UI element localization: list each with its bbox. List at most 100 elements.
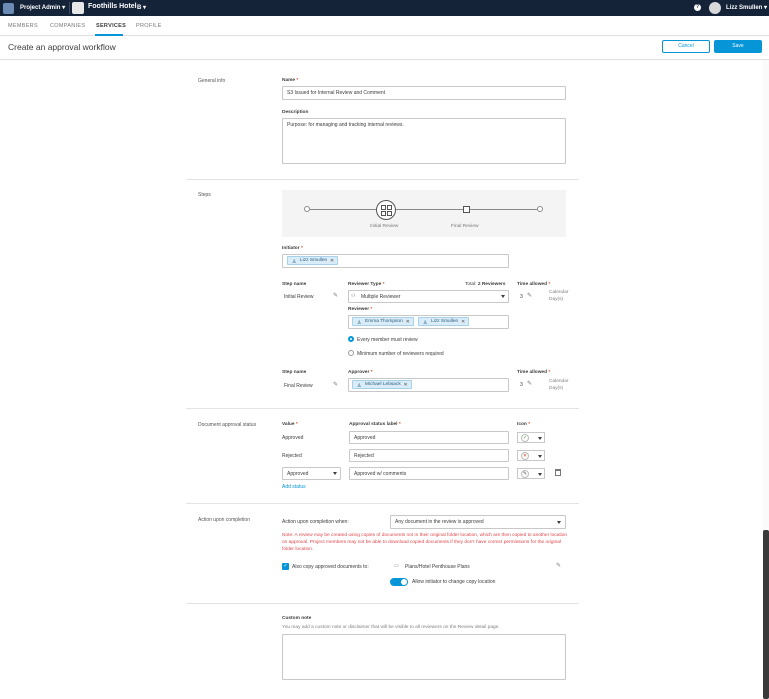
approver-label: Approver *	[348, 370, 373, 375]
reviewer-type-label: Reviewer Type *	[348, 282, 385, 287]
approver-chip[interactable]: ♙ Michael Lebsack ✕	[352, 380, 412, 389]
add-status-link[interactable]: Add status	[282, 484, 306, 490]
app-switcher[interactable]: Project Admin ▾	[20, 4, 65, 11]
status-label-input[interactable]: Approved	[349, 431, 509, 444]
radio-every-member-label: Every member must review	[357, 337, 418, 343]
approval-label-column-header: Approval status label *	[349, 422, 401, 427]
total-reviewers: Total: 2 Reviewers	[465, 282, 506, 287]
value-column-header: Value *	[282, 422, 298, 427]
initiator-chip[interactable]: ♙ Lizz Smullen ✕	[287, 256, 339, 265]
step-name-label: Step name	[282, 370, 307, 375]
close-icon[interactable]: ✕	[330, 257, 334, 265]
flow-connector	[470, 209, 537, 210]
cancel-button[interactable]: Cancel	[662, 40, 710, 53]
custom-note-help: You may add a custom note or disclaimer …	[282, 625, 500, 630]
description-textarea[interactable]: Purpose: for managing and tracking inter…	[282, 118, 566, 164]
reviewer-label: Reviewer *	[348, 307, 373, 312]
close-icon[interactable]: ✕	[404, 381, 408, 389]
copy-destination-path: Plans/Hotel Penthouse Plans	[405, 564, 470, 570]
avatar[interactable]	[709, 2, 721, 14]
user-icon: ♙	[357, 383, 362, 389]
completion-section-label: Action upon completion	[198, 517, 250, 523]
time-unit: Day(s)	[549, 297, 564, 302]
copy-documents-label: Also copy approved documents to:	[292, 564, 369, 570]
section-divider	[186, 408, 579, 409]
user-icon: ♙	[423, 320, 428, 326]
user-menu[interactable]: Lizz Smullen ▾	[726, 4, 767, 11]
tab-services[interactable]: SERVICES	[96, 23, 126, 29]
flow-label-initial: Initial Review	[370, 224, 399, 229]
initiator-label: Initiator *	[282, 246, 303, 251]
time-allowed-label: Time allowed *	[517, 282, 551, 287]
app-logo-icon	[3, 3, 14, 14]
reviewer-type-select[interactable]: Multiple Reviewer	[348, 290, 509, 303]
cross-circle-icon: ✕	[521, 452, 529, 460]
help-icon[interactable]: ?	[694, 4, 701, 11]
topbar-divider	[69, 2, 70, 14]
top-bar: Project Admin ▾ Foothills Hotel B ▾ ? Li…	[0, 0, 769, 16]
scrollbar-thumb[interactable]	[763, 530, 769, 699]
chevron-down-icon	[501, 295, 505, 298]
project-name[interactable]: Foothills Hotel	[88, 3, 137, 10]
chip-label: Michael Lebsack	[365, 382, 401, 387]
section-divider	[186, 503, 579, 504]
chip-label: Lizz Smullen	[300, 258, 328, 263]
check-circle-icon: ✓	[521, 434, 529, 442]
trash-icon[interactable]	[555, 469, 561, 476]
project-thumbnail-icon	[72, 2, 84, 14]
pencil-icon[interactable]: ✎	[333, 381, 338, 388]
page-header: Create an approval workflow Cancel Save	[0, 36, 769, 60]
copy-documents-checkbox[interactable]: ✓	[282, 563, 289, 570]
section-divider	[186, 179, 579, 180]
allow-change-location-label: Allow initiator to change copy location	[412, 579, 496, 585]
comment-circle-icon: ✎	[521, 470, 529, 478]
status-value: Approved	[282, 435, 304, 441]
pencil-icon[interactable]: ✎	[527, 380, 532, 387]
custom-note-label: Custom note	[282, 616, 312, 621]
user-icon: ♙	[292, 259, 297, 265]
save-button[interactable]: Save	[714, 40, 762, 53]
chevron-down-icon	[557, 521, 561, 524]
status-icon-select[interactable]: ✎	[517, 468, 545, 479]
status-icon-select[interactable]: ✓	[517, 432, 545, 443]
workflow-diagram: Initial Review Final Review	[282, 190, 566, 237]
folder-icon: ▭	[394, 563, 399, 569]
status-icon-select[interactable]: ✕	[517, 450, 545, 461]
user-icon: ♙	[357, 320, 362, 326]
reviewer-chip[interactable]: ♙ Lizz Smullen ✕	[418, 317, 470, 326]
radio-every-member[interactable]	[348, 336, 354, 342]
flow-connector	[310, 209, 377, 210]
step-name-value: Initial Review	[284, 294, 314, 300]
flow-connector	[396, 209, 463, 210]
flow-final-node-icon[interactable]	[463, 206, 470, 213]
project-switcher[interactable]: B ▾	[137, 4, 146, 11]
completion-when-label: Action upon completion when:	[282, 519, 349, 525]
tab-companies[interactable]: COMPANIES	[50, 23, 85, 29]
status-label-input[interactable]: Rejected	[349, 449, 509, 462]
multi-user-icon: ⚇	[351, 293, 356, 299]
radio-minimum-reviewers[interactable]	[348, 350, 354, 356]
radio-minimum-reviewers-label: Minimum number of reviewers required	[357, 351, 444, 357]
status-value: Rejected	[282, 453, 302, 459]
name-input[interactable]: S3 Issued for Internal Review and Commen…	[282, 86, 566, 100]
custom-note-textarea[interactable]	[282, 634, 566, 680]
flow-review-node-icon[interactable]	[376, 200, 396, 220]
pencil-icon[interactable]: ✎	[333, 292, 338, 299]
page-title: Create an approval workflow	[8, 42, 116, 52]
close-icon[interactable]: ✕	[406, 318, 410, 326]
completion-when-select[interactable]: Any document in the review is approved	[390, 515, 566, 529]
time-unit: Calendar	[549, 379, 569, 384]
pencil-icon[interactable]: ✎	[556, 562, 561, 569]
allow-change-location-toggle[interactable]	[390, 578, 408, 586]
approval-status-label: Document approval status	[198, 422, 257, 428]
status-label-input[interactable]: Approved w/ comments	[349, 467, 509, 480]
flow-end-node-icon	[537, 206, 543, 212]
chip-label: Emma Thompson	[365, 319, 403, 324]
step-name-value: Final Review	[284, 383, 313, 389]
time-allowed-value: 3	[520, 294, 523, 300]
tab-members[interactable]: MEMBERS	[8, 23, 38, 29]
reviewer-chip[interactable]: ♙ Emma Thompson ✕	[352, 317, 414, 326]
pencil-icon[interactable]: ✎	[527, 292, 532, 299]
close-icon[interactable]: ✕	[461, 318, 465, 326]
tab-profile[interactable]: PROFILE	[136, 23, 162, 29]
